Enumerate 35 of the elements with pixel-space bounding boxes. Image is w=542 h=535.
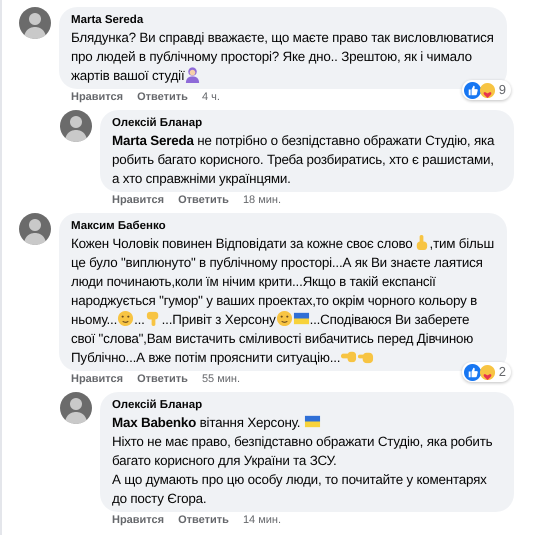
flag-icon (292, 310, 310, 327)
reaction-count: 9 (498, 81, 506, 100)
avatar[interactable] (19, 7, 51, 39)
author-name[interactable]: Максим Бабенко (71, 219, 495, 234)
hug-emoji-icon (478, 82, 496, 98)
reply-link[interactable]: Ответить (178, 193, 229, 208)
reply-link[interactable]: Ответить (137, 372, 188, 387)
person-icon (184, 66, 202, 83)
avatar[interactable] (60, 392, 92, 424)
avatar[interactable] (60, 110, 92, 142)
like-link[interactable]: Нравится (112, 193, 164, 208)
like-icon (464, 364, 481, 380)
hug-emoji-icon (478, 364, 496, 380)
comment-text: Marta Sereda не потрібно о безпідставно ображати Студію, яка робить багато корисного. Треба розбиратись, хто є рашистами, а хто справжніми українцями. (112, 132, 496, 188)
reaction-badge[interactable]: 2 (462, 362, 511, 382)
reply-link[interactable]: Ответить (137, 90, 188, 105)
comment-text: Max Babenko вітання Херсону. Ніхто не має право, безпідставно ображати Студію, яка робить багато корисного для України та ЗСУ. А що думають про цю особу люди, то почитайте у коментарях до посту Єгора. (112, 413, 494, 508)
like-icon (464, 82, 481, 98)
timestamp[interactable]: 14 мин. (242, 513, 282, 528)
timestamp[interactable]: 55 мин. (202, 372, 240, 387)
author-name[interactable]: Marta Sereda (71, 13, 495, 28)
reaction-count: 2 (498, 363, 506, 382)
timestamp[interactable]: 4 ч. (202, 90, 220, 105)
face-icon (117, 310, 134, 327)
flag-icon (304, 413, 321, 430)
reaction-badge[interactable]: 9 (462, 80, 511, 100)
author-name[interactable]: Олексій Бланар (112, 398, 502, 413)
face-icon (276, 310, 293, 327)
reply-link[interactable]: Ответить (178, 513, 229, 528)
avatar[interactable] (19, 213, 51, 245)
like-link[interactable]: Нравится (71, 90, 124, 105)
timestamp[interactable]: 18 мин. (242, 193, 282, 208)
like-link[interactable]: Нравится (71, 372, 124, 387)
author-name[interactable]: Олексій Бланар (112, 116, 502, 131)
like-link[interactable]: Нравится (112, 513, 164, 528)
